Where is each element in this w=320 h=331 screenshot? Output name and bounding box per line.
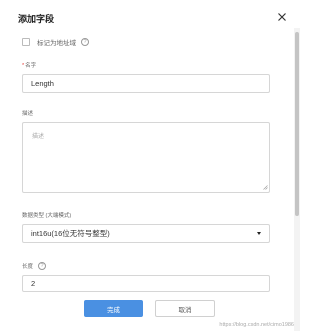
resize-grip-icon[interactable] <box>263 185 268 190</box>
length-input[interactable] <box>22 275 270 292</box>
description-textarea[interactable] <box>22 122 270 193</box>
watermark: https://blog.csdn.net/cimo1986 <box>219 322 294 328</box>
length-label-text: 长度 <box>22 264 34 270</box>
required-star: * <box>22 63 25 69</box>
data-type-label: 数据类型 (大端模式) <box>22 213 72 219</box>
close-button[interactable] <box>276 10 288 22</box>
data-type-selected-value: int16u(16位无符号整型) <box>31 229 110 238</box>
scrollbar-thumb[interactable] <box>295 32 299 216</box>
close-icon <box>278 13 286 21</box>
data-type-select[interactable]: int16u(16位无符号整型) <box>22 224 270 243</box>
mark-address-label: 标记为地址域 <box>37 40 76 47</box>
name-label-text: 名字 <box>25 63 37 69</box>
cancel-button[interactable]: 取消 <box>155 300 215 317</box>
mark-address-row: 标记为地址域 ? <box>22 37 89 47</box>
help-icon[interactable]: ? <box>38 262 47 270</box>
name-input[interactable] <box>22 74 270 93</box>
confirm-button[interactable]: 完成 <box>84 300 143 317</box>
help-icon[interactable]: ? <box>81 38 89 46</box>
caret-down-icon <box>257 232 261 235</box>
description-label: 描述 <box>22 111 34 117</box>
name-label: *名字 <box>22 61 36 69</box>
add-field-dialog: 添加字段 标记为地址域 ? *名字 描述 数据类型 (大端模式) int16u(… <box>0 0 300 331</box>
mark-address-checkbox[interactable] <box>22 38 30 46</box>
length-label: 长度 ? <box>22 262 47 270</box>
dialog-title: 添加字段 <box>18 14 55 24</box>
